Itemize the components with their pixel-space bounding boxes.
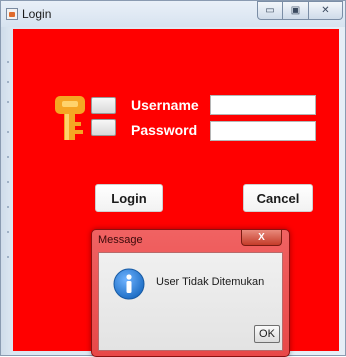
- title-bar[interactable]: Login ▭ ▣ ✕: [1, 1, 345, 27]
- username-label: Username: [131, 97, 199, 113]
- minimize-button[interactable]: ▭: [257, 1, 283, 20]
- java-app-icon: [6, 8, 18, 20]
- close-button[interactable]: ✕: [309, 1, 343, 20]
- maximize-button[interactable]: ▣: [283, 1, 309, 20]
- username-checkbox[interactable]: [91, 97, 116, 114]
- window-edge-texture: [7, 31, 10, 331]
- message-dialog: Message X User Tidak Ditemukan OK: [91, 229, 290, 357]
- login-panel: Username Password Login Cancel Message X: [13, 29, 339, 357]
- dialog-close-button[interactable]: X: [241, 230, 282, 246]
- password-label: Password: [131, 122, 198, 138]
- info-icon: [113, 268, 145, 300]
- ok-button[interactable]: OK: [254, 325, 280, 343]
- username-field[interactable]: [210, 95, 316, 115]
- password-field[interactable]: [210, 121, 316, 141]
- dialog-message: User Tidak Ditemukan: [156, 276, 265, 288]
- login-window: Login ▭ ▣ ✕ Username Password Login Canc…: [0, 0, 346, 357]
- window-title: Login: [22, 7, 52, 21]
- dialog-body: User Tidak Ditemukan OK: [98, 252, 283, 351]
- key-icon: [55, 96, 85, 140]
- password-checkbox[interactable]: [91, 119, 116, 136]
- cancel-button[interactable]: Cancel: [243, 184, 313, 212]
- login-button[interactable]: Login: [95, 184, 163, 212]
- dialog-title: Message: [98, 234, 143, 246]
- window-controls: ▭ ▣ ✕: [257, 1, 343, 21]
